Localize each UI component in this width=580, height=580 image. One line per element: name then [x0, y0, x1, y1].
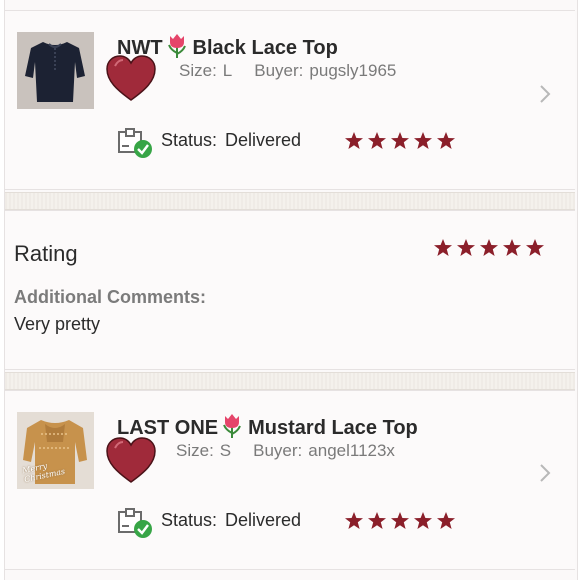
status-value: Delivered: [225, 130, 302, 150]
title-text: Black Lace Top: [192, 37, 338, 59]
star-icon: [457, 239, 475, 256]
black-top-image: [17, 32, 94, 109]
tulip-icon: [223, 414, 242, 438]
size-value: L: [222, 61, 233, 80]
star-icon: [345, 132, 363, 149]
star-icon: [391, 512, 409, 529]
product-thumbnail[interactable]: [17, 32, 94, 109]
listing-title[interactable]: LAST ONE Mustard Lace Top: [117, 413, 418, 440]
star-icon: [437, 512, 455, 529]
title-prefix: NWT: [117, 37, 163, 59]
product-thumbnail[interactable]: Merry Christmas: [17, 412, 94, 489]
tulip-icon: [167, 34, 186, 58]
heart-icon[interactable]: [105, 54, 157, 102]
section-divider: [5, 192, 575, 210]
star-icon: [503, 239, 521, 256]
star-icon: [345, 512, 363, 529]
package-delivered-icon: [118, 128, 152, 158]
listing-meta: Size: S Buyer: angel1123x: [176, 441, 395, 460]
comments-label: Additional Comments:: [14, 287, 206, 307]
package-delivered-icon: [118, 508, 152, 538]
star-icon: [480, 239, 498, 256]
buyer-value[interactable]: angel1123x: [308, 441, 395, 460]
chevron-right-icon[interactable]: [538, 83, 552, 105]
star-icon: [414, 512, 432, 529]
comments-text: Very pretty: [14, 314, 101, 334]
rating-label: Rating: [14, 241, 78, 266]
section-divider: [5, 372, 575, 390]
heart-icon[interactable]: [105, 436, 157, 484]
listing-title[interactable]: NWT Black Lace Top: [117, 33, 338, 60]
listing-meta: Size: L Buyer: pugsly1965: [179, 61, 397, 80]
order-status: Status: Delivered: [161, 510, 302, 530]
order-stars: [344, 131, 459, 155]
title-text: Mustard Lace Top: [248, 417, 418, 439]
size-value: S: [219, 441, 232, 460]
buyer-value[interactable]: pugsly1965: [309, 61, 396, 80]
title-prefix: LAST ONE: [117, 417, 219, 439]
star-icon: [368, 132, 386, 149]
star-icon: [368, 512, 386, 529]
order-status: Status: Delivered: [161, 130, 302, 150]
rating-stars: [433, 238, 548, 262]
star-icon: [434, 239, 452, 256]
status-value: Delivered: [225, 510, 302, 530]
star-icon: [414, 132, 432, 149]
chevron-right-icon[interactable]: [538, 462, 552, 484]
star-icon: [437, 132, 455, 149]
star-icon: [526, 239, 544, 256]
star-icon: [391, 132, 409, 149]
order-stars: [344, 511, 459, 535]
